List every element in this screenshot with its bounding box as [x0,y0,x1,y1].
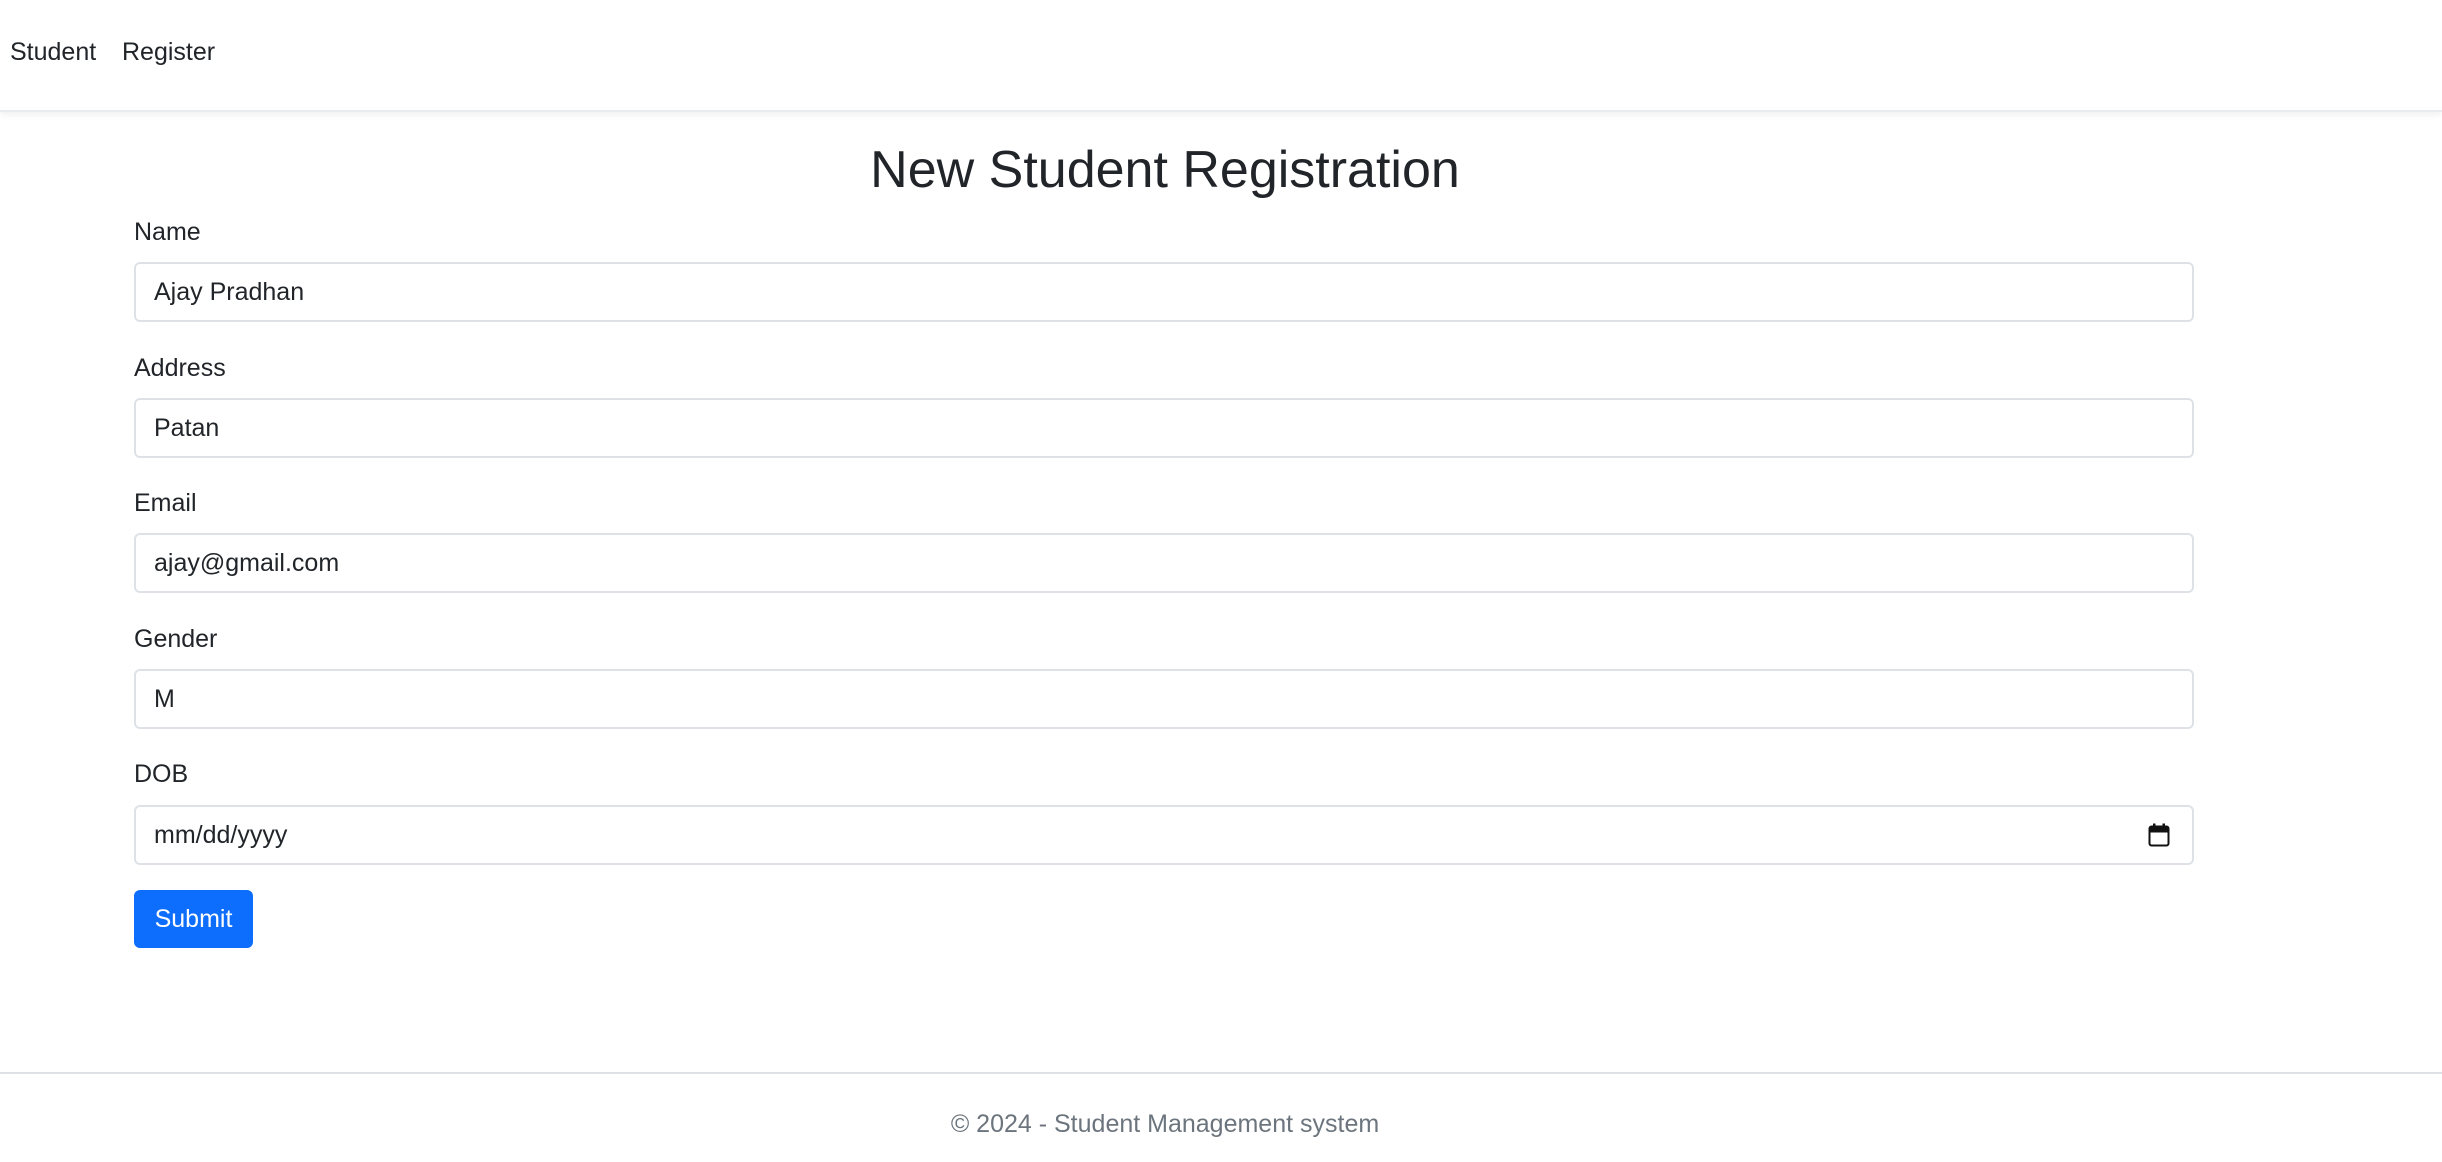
submit-button[interactable]: Submit [134,890,253,948]
name-input[interactable] [134,262,2194,322]
dob-label: DOB [134,760,189,788]
nav-brand-student[interactable]: Student [10,36,96,68]
dob-placeholder: mm/dd/yyyy [154,821,288,849]
footer: © 2024 - Student Management system [0,1072,2442,1162]
calendar-icon[interactable] [2148,823,2170,847]
page-title: New Student Registration [870,141,1460,199]
address-input[interactable] [134,398,2194,458]
footer-copyright: © 2024 - Student Management system [950,1110,1380,1138]
nav-link-register[interactable]: Register [122,36,215,68]
top-navbar: Student Register [0,0,2442,112]
email-label: Email [134,489,197,517]
dob-input[interactable]: mm/dd/yyyy [134,805,2194,865]
gender-input[interactable] [134,669,2194,729]
gender-label: Gender [134,625,218,653]
address-label: Address [134,354,226,382]
name-label: Name [134,218,201,246]
email-input[interactable] [134,533,2194,593]
